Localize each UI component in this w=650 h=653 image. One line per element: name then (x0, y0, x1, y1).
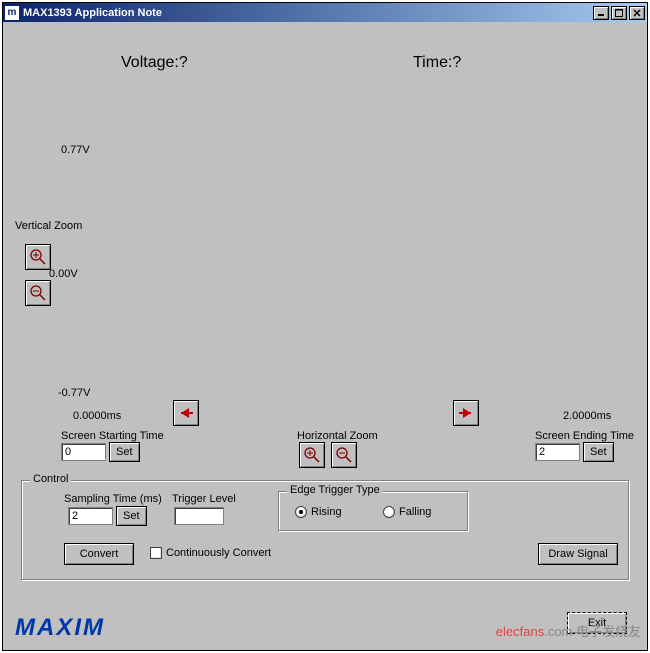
watermark: elecfans.com 电子发烧友 (496, 621, 641, 640)
scale-bot-label: -0.77V (58, 387, 90, 399)
edge-trigger-legend: Edge Trigger Type (287, 484, 383, 496)
rising-radio[interactable]: Rising (295, 506, 342, 518)
close-icon (633, 9, 641, 17)
set-start-button[interactable]: Set (109, 442, 140, 462)
window-title: MAX1393 Application Note (23, 7, 593, 19)
watermark-suffix: .com 电子发烧友 (544, 624, 641, 639)
screen-end-label: Screen Ending Time (535, 430, 634, 442)
client-area: Voltage:? Time:? 0.77V 0.00V -0.77V Vert… (3, 22, 647, 650)
scale-top-label: 0.77V (61, 144, 90, 156)
close-button[interactable] (629, 6, 645, 20)
edge-trigger-group: Edge Trigger Type Rising Falling (278, 491, 468, 531)
arrow-right-icon (457, 404, 475, 422)
maximize-icon (615, 9, 623, 17)
minimize-icon (597, 9, 605, 17)
time-start-value: 0.0000ms (73, 410, 121, 422)
set-end-button[interactable]: Set (583, 442, 614, 462)
sampling-time-input[interactable] (68, 507, 113, 525)
convert-button[interactable]: Convert (64, 543, 134, 565)
falling-radio[interactable]: Falling (383, 506, 431, 518)
watermark-red: elecfans (496, 624, 544, 639)
titlebar: m MAX1393 Application Note (3, 3, 647, 22)
control-legend: Control (30, 473, 71, 485)
app-icon: m (5, 6, 19, 20)
trigger-level-label: Trigger Level (172, 493, 236, 505)
zoom-in-vertical-button[interactable] (25, 244, 51, 270)
maximize-button[interactable] (611, 6, 627, 20)
zoom-in-icon (303, 446, 321, 464)
zoom-in-horizontal-button[interactable] (299, 442, 325, 468)
radio-icon (295, 506, 307, 518)
checkbox-icon (150, 547, 162, 559)
vertical-zoom-label: Vertical Zoom (15, 220, 82, 232)
arrow-left-icon (177, 404, 195, 422)
zoom-in-icon (29, 248, 47, 266)
scroll-right-button[interactable] (453, 400, 479, 426)
voltage-readout: Voltage:? (121, 54, 188, 72)
trigger-level-input[interactable] (174, 507, 224, 525)
radio-icon (383, 506, 395, 518)
minimize-button[interactable] (593, 6, 609, 20)
horizontal-zoom-label: Horizontal Zoom (297, 430, 378, 442)
continuous-convert-checkbox[interactable]: Continuously Convert (150, 547, 271, 559)
set-sampling-button[interactable]: Set (116, 506, 147, 526)
sampling-time-label: Sampling Time (ms) (64, 493, 162, 505)
maxim-logo: MAXIM (15, 614, 105, 642)
scale-mid-label: 0.00V (49, 268, 78, 280)
zoom-out-icon (29, 284, 47, 302)
time-readout: Time:? (413, 54, 461, 72)
screen-start-input[interactable] (61, 443, 106, 461)
falling-label: Falling (399, 506, 431, 518)
continuous-convert-label: Continuously Convert (166, 547, 271, 559)
scroll-left-button[interactable] (173, 400, 199, 426)
zoom-out-icon (335, 446, 353, 464)
zoom-out-horizontal-button[interactable] (331, 442, 357, 468)
zoom-out-vertical-button[interactable] (25, 280, 51, 306)
control-group: Control Sampling Time (ms) Set Trigger L… (21, 480, 629, 580)
rising-label: Rising (311, 506, 342, 518)
screen-end-input[interactable] (535, 443, 580, 461)
app-window: m MAX1393 Application Note Voltage:? Tim… (2, 2, 648, 651)
time-end-value: 2.0000ms (563, 410, 611, 422)
screen-start-label: Screen Starting Time (61, 430, 164, 442)
draw-signal-button[interactable]: Draw Signal (538, 543, 618, 565)
